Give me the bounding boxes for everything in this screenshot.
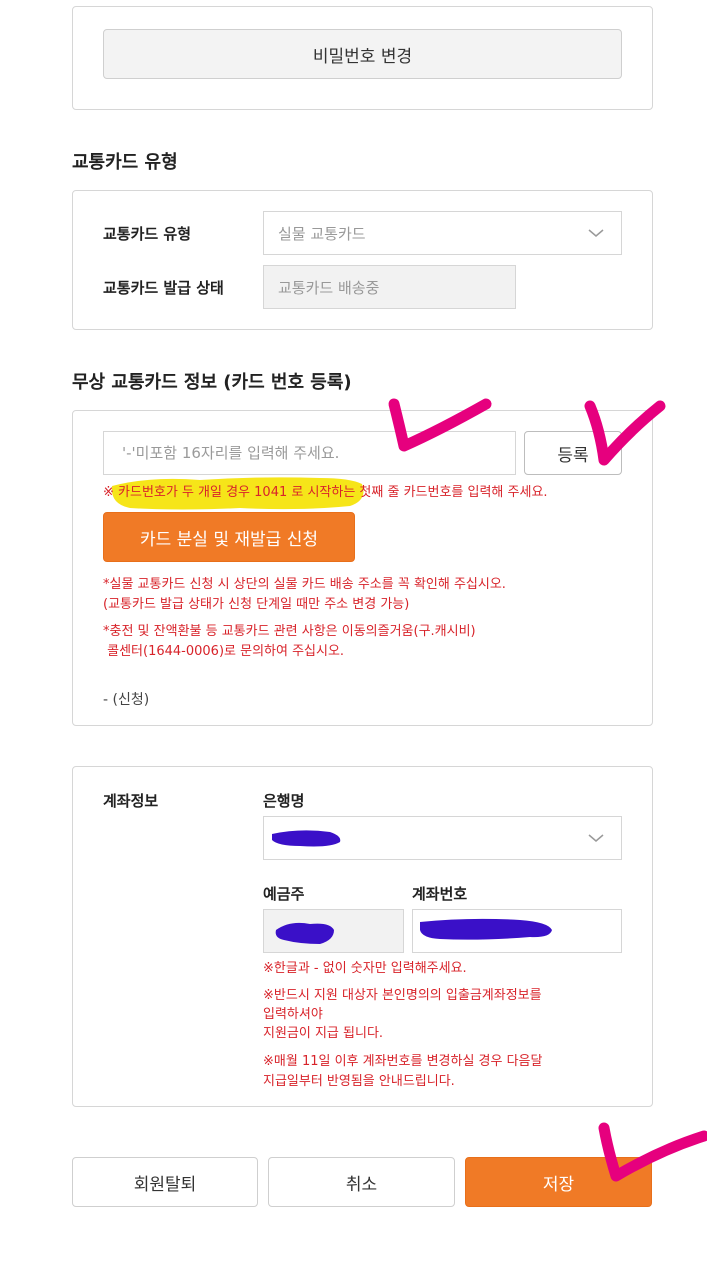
save-button[interactable]: 저장 xyxy=(465,1157,652,1207)
card-type-select[interactable]: 실물 교통카드 xyxy=(263,211,622,255)
change-password-button[interactable]: 비밀번호 변경 xyxy=(103,29,622,79)
chevron-down-icon xyxy=(588,834,604,842)
withdraw-button[interactable]: 회원탈퇴 xyxy=(72,1157,258,1207)
register-card-button[interactable]: 등록 xyxy=(524,431,622,475)
inquiry-notice-line-1: *충전 및 잔액환불 등 교통카드 관련 사항은 이동의즐거움(구.캐시비) xyxy=(103,624,476,639)
own-account-notice-line-1: ※반드시 지원 대상자 본인명의의 입출금계좌정보를 xyxy=(263,988,542,1003)
card-number-input[interactable] xyxy=(103,431,516,475)
card-type-label: 교통카드 유형 xyxy=(103,225,192,243)
card-type-section-title: 교통카드 유형 xyxy=(72,152,178,173)
bank-name-label: 은행명 xyxy=(263,792,305,810)
card-type-select-value: 실물 교통카드 xyxy=(278,224,366,243)
change-notice-line-1: ※매월 11일 이후 계좌번호를 변경하실 경우 다음달 xyxy=(263,1054,543,1069)
cancel-button[interactable]: 취소 xyxy=(268,1157,455,1207)
account-info-label: 계좌정보 xyxy=(103,792,159,810)
card-status-line: - (신청) xyxy=(103,692,150,708)
chevron-down-icon xyxy=(588,229,604,237)
inquiry-notice-line-2: 콜센터(1644-0006)로 문의하여 주십시오. xyxy=(103,644,345,659)
change-notice-line-2: 지급일부터 반영됨을 안내드립니다. xyxy=(263,1074,455,1089)
digits-only-notice: ※한글과 - 없이 숫자만 입력해주세요. xyxy=(263,961,467,976)
card-reissue-button[interactable]: 카드 분실 및 재발급 신청 xyxy=(103,512,355,562)
bank-select[interactable] xyxy=(263,816,622,860)
card-number-notice: ※ 카드번호가 두 개일 경우 1041 로 시작하는 첫째 줄 카드번호를 입… xyxy=(103,485,548,500)
own-account-notice-line-3: 지원금이 지급 됩니다. xyxy=(263,1026,384,1041)
address-notice-line-2: (교통카드 발급 상태가 신청 단계일 때만 주소 변경 가능) xyxy=(103,597,410,612)
address-notice-line-1: *실물 교통카드 신청 시 상단의 실물 카드 배송 주소를 꼭 확인해 주십시… xyxy=(103,577,506,592)
card-status-label: 교통카드 발급 상태 xyxy=(103,279,224,297)
account-holder-field xyxy=(263,909,404,953)
card-status-field: 교통카드 배송중 xyxy=(263,265,516,309)
account-holder-label: 예금주 xyxy=(263,885,305,903)
account-number-label: 계좌번호 xyxy=(412,885,468,903)
own-account-notice-line-2: 입력하셔야 xyxy=(263,1007,323,1022)
account-number-input[interactable] xyxy=(412,909,622,953)
free-card-section-title: 무상 교통카드 정보 (카드 번호 등록) xyxy=(72,372,352,393)
